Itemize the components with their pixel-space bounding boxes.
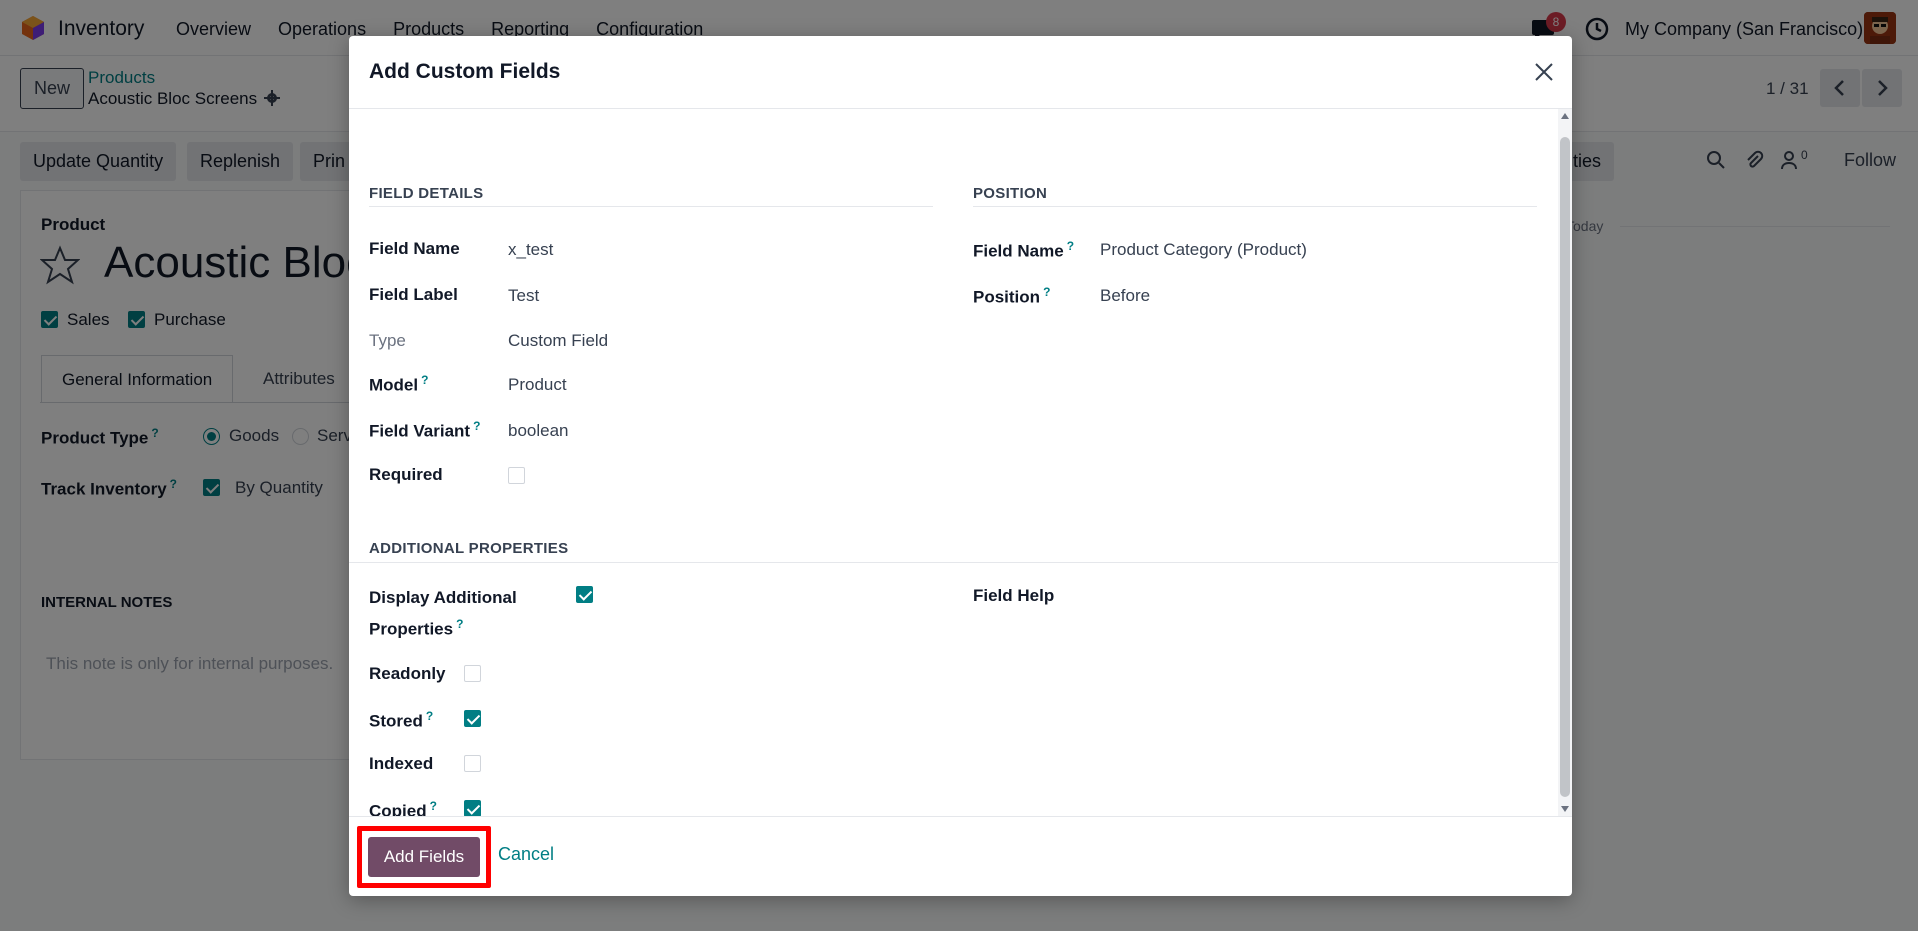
dialog-header: Add Custom Fields <box>349 36 1572 109</box>
scroll-up-icon[interactable] <box>1561 113 1569 119</box>
dialog-scrollbar[interactable] <box>1558 109 1572 816</box>
field-label-label: Field Label <box>369 285 458 304</box>
readonly-label: Readonly <box>369 664 446 683</box>
help-icon: ? <box>425 709 434 723</box>
field-label-value[interactable]: Test <box>508 286 539 306</box>
position-field-name-value[interactable]: Product Category (Product) <box>1100 240 1307 260</box>
readonly-checkbox[interactable] <box>464 665 481 682</box>
required-checkbox[interactable] <box>508 467 525 484</box>
additional-properties-title: ADDITIONAL PROPERTIES <box>369 540 569 557</box>
type-label: Type <box>369 331 406 350</box>
position-divider <box>973 206 1537 207</box>
help-icon: ? <box>1043 285 1051 299</box>
model-label: Model? <box>369 373 429 395</box>
display-additional-properties-label: Display Additional Properties? <box>369 588 517 639</box>
help-icon: ? <box>429 799 437 813</box>
display-additional-properties-checkbox[interactable] <box>576 586 593 603</box>
additional-properties-divider <box>349 562 1558 563</box>
position-value[interactable]: Before <box>1100 286 1150 306</box>
scroll-down-icon[interactable] <box>1561 806 1569 812</box>
dialog-title: Add Custom Fields <box>369 60 561 83</box>
dialog-body: FIELD DETAILS Field Name x_test Field La… <box>349 109 1572 816</box>
required-label: Required <box>369 465 443 484</box>
field-variant-value[interactable]: boolean <box>508 421 569 441</box>
close-icon[interactable] <box>1532 60 1556 84</box>
cancel-button[interactable]: Cancel <box>498 844 554 865</box>
copied-label: Copied? <box>369 799 437 816</box>
field-name-value[interactable]: x_test <box>508 240 553 260</box>
indexed-label: Indexed <box>369 754 434 773</box>
stored-checkbox[interactable] <box>464 710 481 727</box>
help-icon: ? <box>456 617 464 631</box>
help-icon: ? <box>473 419 481 433</box>
field-details-divider <box>369 206 933 207</box>
field-help-label: Field Help <box>973 586 1055 605</box>
copied-checkbox[interactable] <box>464 800 481 816</box>
scroll-thumb[interactable] <box>1560 137 1570 797</box>
field-variant-label: Field Variant? <box>369 419 481 441</box>
add-custom-fields-dialog: Add Custom Fields FIELD DETAILS Field Na… <box>349 36 1572 896</box>
indexed-checkbox[interactable] <box>464 755 481 772</box>
position-label: Position? <box>973 285 1051 307</box>
type-value: Custom Field <box>508 331 609 350</box>
stored-label: Stored? <box>369 709 434 731</box>
help-icon: ? <box>1066 239 1075 253</box>
field-name-label: Field Name <box>369 239 460 258</box>
position-field-name-label: Field Name? <box>973 239 1075 261</box>
help-icon: ? <box>421 373 429 387</box>
dialog-footer: Add Fields Cancel <box>349 816 1572 896</box>
model-value: Product <box>508 375 567 394</box>
position-title: POSITION <box>973 185 1048 202</box>
field-details-title: FIELD DETAILS <box>369 185 484 202</box>
add-fields-button[interactable]: Add Fields <box>368 837 480 877</box>
